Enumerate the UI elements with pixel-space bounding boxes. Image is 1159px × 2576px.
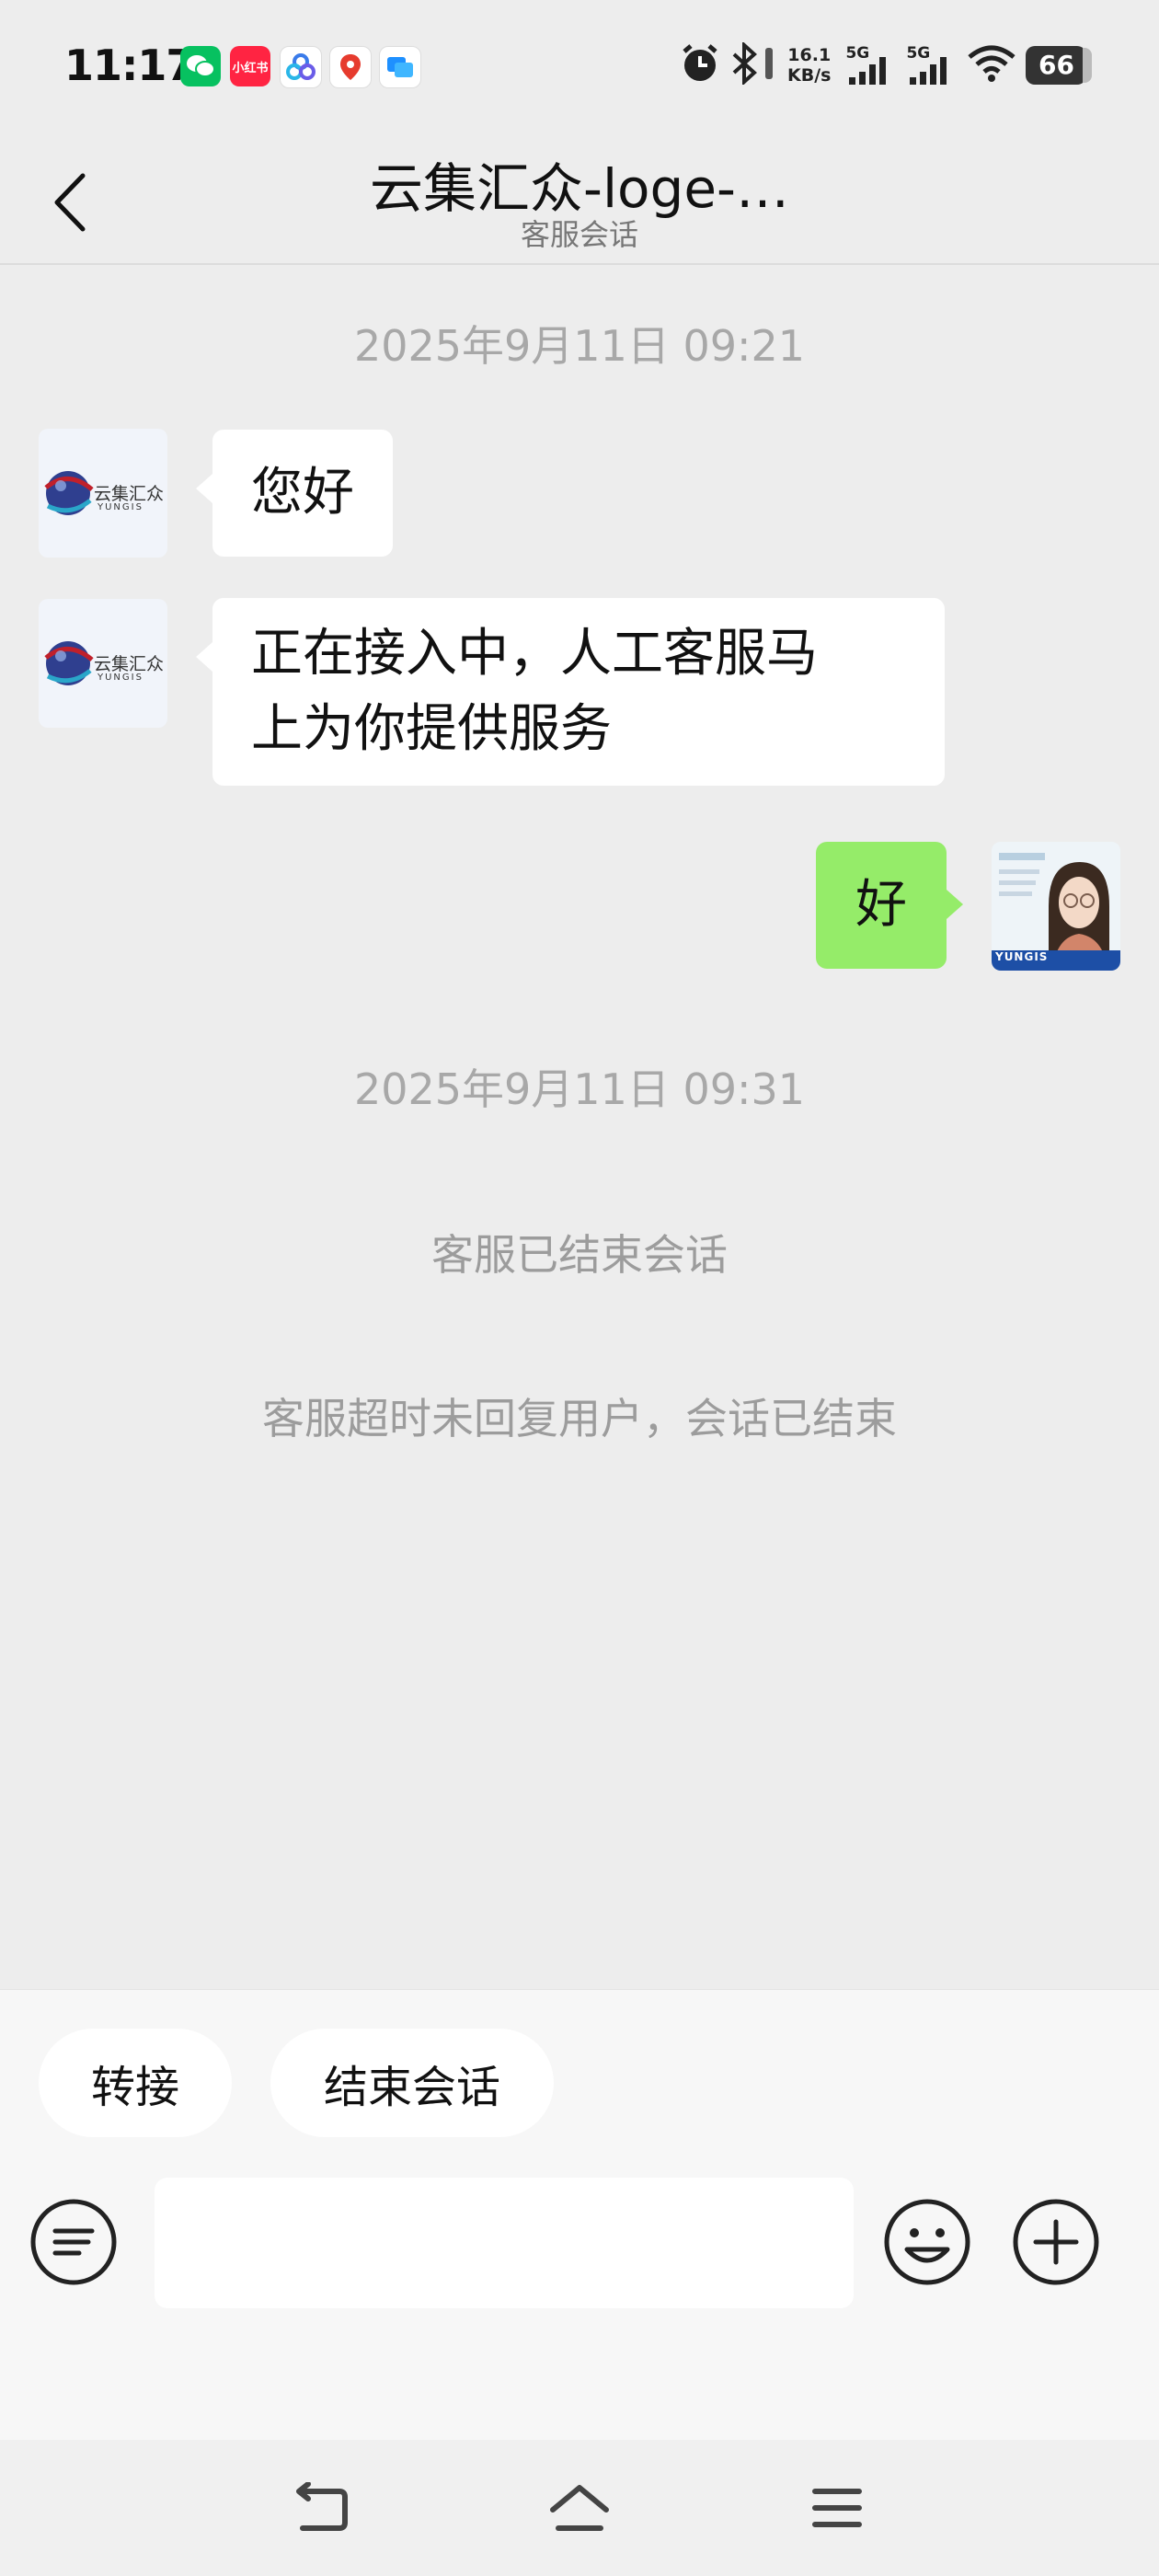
chat-header: 云集汇众-loge-… 客服会话 xyxy=(0,138,1159,265)
nav-back-button[interactable] xyxy=(285,2471,359,2545)
status-time: 11:17 xyxy=(64,40,195,90)
list-menu-icon xyxy=(30,2199,117,2285)
message-app-icon xyxy=(379,46,421,88)
end-session-button[interactable]: 结束会话 xyxy=(270,2029,554,2137)
home-icon xyxy=(550,2485,609,2531)
net-speed: 16.1 KB/s xyxy=(787,45,832,86)
menu-toggle-button[interactable] xyxy=(29,2198,118,2286)
more-button[interactable] xyxy=(1012,2198,1100,2286)
status-bar: 11:17 小红书 16.1 KB/s 5G 5G 66 xyxy=(0,0,1159,138)
message-input[interactable] xyxy=(155,2178,854,2308)
timestamp: 2025年9月11日 09:31 xyxy=(353,1064,806,1114)
avatar-bot[interactable]: 云集汇众 YUNGIS xyxy=(39,599,167,728)
wifi-icon xyxy=(967,42,1016,88)
avatar-bot[interactable]: 云集汇众 YUNGIS xyxy=(39,429,167,558)
avatar-user[interactable]: YUNGIS xyxy=(992,842,1120,971)
nav-menu-button[interactable] xyxy=(800,2471,874,2545)
xiaohongshu-icon: 小红书 xyxy=(230,46,270,86)
signal-sim2: 5G xyxy=(906,44,954,86)
input-panel: 转接 结束会话 xyxy=(0,1989,1159,2441)
map-pin-icon xyxy=(329,46,372,88)
alarm-icon xyxy=(679,42,721,88)
smiley-icon xyxy=(884,2199,970,2285)
message-bubble[interactable]: 您好 xyxy=(196,430,393,557)
bluetooth-icon xyxy=(730,40,758,88)
battery-icon: 66 xyxy=(1026,46,1094,85)
vibrate-icon xyxy=(763,42,775,88)
cloud-app-icon xyxy=(280,46,322,88)
system-message: 客服超时未回复用户，会话已结束 xyxy=(262,1394,897,1443)
message-bubble[interactable]: 正在接入中，人工客服马 上为你提供服务 xyxy=(196,598,945,786)
plus-circle-icon xyxy=(1013,2199,1099,2285)
wechat-icon xyxy=(180,46,221,86)
message-bubble-self[interactable]: 好 xyxy=(816,842,963,969)
emoji-button[interactable] xyxy=(883,2198,971,2286)
system-message: 客服已结束会话 xyxy=(431,1230,728,1280)
transfer-button[interactable]: 转接 xyxy=(39,2029,232,2137)
hamburger-icon xyxy=(812,2489,862,2527)
nav-home-button[interactable] xyxy=(543,2471,616,2545)
chat-subtitle: 客服会话 xyxy=(520,217,638,252)
signal-sim1: 5G xyxy=(845,44,893,86)
timestamp: 2025年9月11日 09:21 xyxy=(353,321,806,371)
return-icon xyxy=(296,2482,348,2531)
status-icons-right: 16.1 KB/s 5G 5G 66 xyxy=(679,40,1094,88)
system-nav-bar xyxy=(0,2440,1159,2576)
